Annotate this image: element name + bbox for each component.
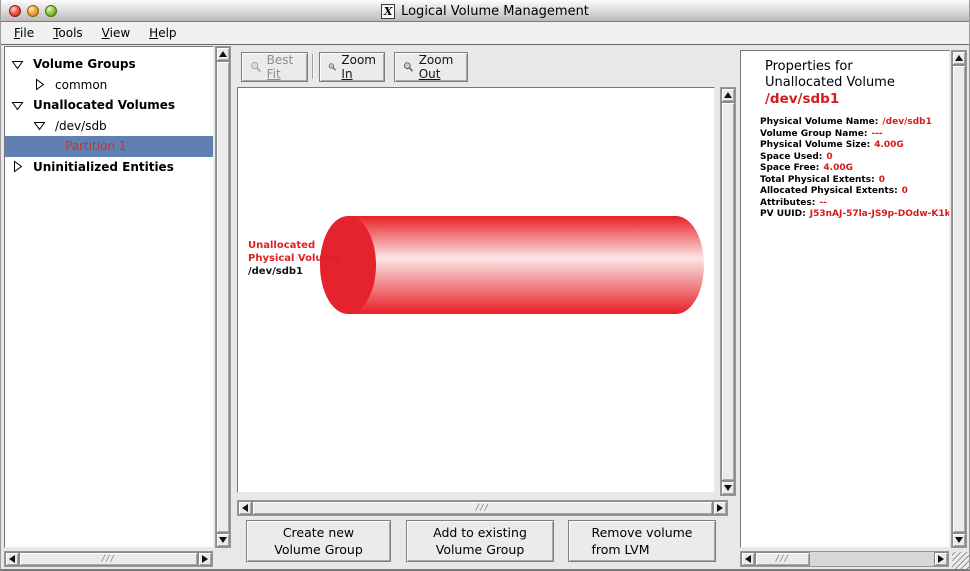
scrollbar-thumb[interactable] <box>216 61 230 533</box>
scroll-right-button[interactable] <box>934 552 948 566</box>
arrow-right-icon <box>938 555 944 563</box>
property-row: Total Physical Extents:0 <box>760 175 949 187</box>
properties-title: Properties for <box>765 59 949 75</box>
scroll-left-button[interactable] <box>741 552 755 566</box>
properties-subtitle: Unallocated Volume <box>765 75 949 91</box>
menu-view[interactable]: View <box>93 23 140 43</box>
property-row: Attributes:-- <box>760 198 949 210</box>
tree-item-unallocated-volumes[interactable]: Unallocated Volumes <box>5 95 213 116</box>
scroll-left-button[interactable] <box>238 501 252 515</box>
lvm-window: X Logical Volume Management File Tools V… <box>0 0 970 571</box>
scrollbar-track[interactable] <box>810 552 934 566</box>
tree-item-common[interactable]: common <box>5 75 213 96</box>
scroll-left-button[interactable] <box>5 552 19 566</box>
arrow-up-icon <box>219 51 227 57</box>
best-fit-button[interactable]: Best Fit <box>241 52 308 82</box>
property-row: Physical Volume Name:/dev/sdb1 <box>760 117 949 129</box>
titlebar: X Logical Volume Management <box>1 0 969 22</box>
magnifier-plus-icon <box>328 59 336 75</box>
expander-closed-icon[interactable] <box>11 160 24 173</box>
tree-horizontal-scrollbar[interactable]: /// <box>4 551 213 567</box>
x11-app-icon: X <box>381 4 395 19</box>
volume-tree: Volume Groups common Unallocated Volumes… <box>4 46 214 548</box>
property-row: Allocated Physical Extents:0 <box>760 186 949 198</box>
toolbar-separator <box>312 54 314 79</box>
expander-open-icon[interactable] <box>33 119 46 132</box>
arrow-right-icon <box>717 504 723 512</box>
add-to-volume-group-button[interactable]: Add to existingVolume Group <box>406 520 554 562</box>
scroll-up-button[interactable] <box>721 88 735 102</box>
canvas-vertical-scrollbar[interactable] <box>720 87 736 496</box>
arrow-up-icon <box>955 55 963 61</box>
grip-icon: /// <box>776 555 790 564</box>
zoom-in-button[interactable]: Zoom In <box>319 52 385 82</box>
remove-volume-button[interactable]: Remove volumefrom LVM <box>568 520 716 562</box>
arrow-right-icon <box>202 555 208 563</box>
expander-open-icon[interactable] <box>11 58 24 71</box>
window-title: Logical Volume Management <box>401 4 589 19</box>
scrollbar-thumb[interactable] <box>952 65 966 533</box>
property-row: Space Free:4.00G <box>760 163 949 175</box>
close-button[interactable] <box>9 5 21 17</box>
arrow-down-icon <box>219 537 227 543</box>
scrollbar-thumb[interactable]: /// <box>252 501 713 515</box>
zoom-out-button[interactable]: Zoom Out <box>394 52 468 82</box>
grip-icon: /// <box>102 555 116 564</box>
arrow-left-icon <box>242 504 248 512</box>
volume-canvas: Unallocated Physical Volume /dev/sdb1 <box>237 87 715 493</box>
grip-icon: /// <box>476 504 490 513</box>
properties-horizontal-scrollbar[interactable]: /// <box>740 551 949 567</box>
minimize-button[interactable] <box>27 5 39 17</box>
property-row: Physical Volume Size:4.00G <box>760 140 949 152</box>
magnifier-minus-icon <box>403 59 414 75</box>
properties-panel: Properties for Unallocated Volume /dev/s… <box>740 50 950 548</box>
arrow-left-icon <box>745 555 751 563</box>
scroll-up-button[interactable] <box>216 47 230 61</box>
arrow-left-icon <box>9 555 15 563</box>
tree-item-uninitialized-entities[interactable]: Uninitialized Entities <box>5 157 213 178</box>
scroll-down-button[interactable] <box>952 533 966 547</box>
arrow-down-icon <box>955 537 963 543</box>
zoom-window-button[interactable] <box>45 5 57 17</box>
physical-volume-cylinder[interactable] <box>238 88 714 492</box>
scroll-right-button[interactable] <box>198 552 212 566</box>
tree-item-volume-groups[interactable]: Volume Groups <box>5 54 213 75</box>
scrollbar-thumb[interactable] <box>721 102 735 481</box>
magnifier-icon <box>250 59 262 75</box>
arrow-down-icon <box>724 485 732 491</box>
scrollbar-thumb[interactable]: /// <box>19 552 198 566</box>
resize-grip[interactable] <box>952 552 969 569</box>
canvas-horizontal-scrollbar[interactable]: /// <box>237 500 728 516</box>
tree-vertical-scrollbar[interactable] <box>215 46 231 548</box>
cylinder-label: Unallocated Physical Volume /dev/sdb1 <box>248 239 340 278</box>
tree-item-dev-sdb[interactable]: /dev/sdb <box>5 116 213 137</box>
scroll-down-button[interactable] <box>721 481 735 495</box>
scroll-down-button[interactable] <box>216 533 230 547</box>
property-row: Volume Group Name:--- <box>760 129 949 141</box>
expander-closed-icon[interactable] <box>33 78 46 91</box>
menu-help[interactable]: Help <box>140 23 186 43</box>
create-volume-group-button[interactable]: Create newVolume Group <box>246 520 391 562</box>
menu-file[interactable]: File <box>5 23 44 43</box>
properties-vertical-scrollbar[interactable] <box>951 50 967 548</box>
scroll-right-button[interactable] <box>713 501 727 515</box>
menu-tools[interactable]: Tools <box>44 23 93 43</box>
scrollbar-thumb[interactable]: /// <box>755 552 810 566</box>
arrow-up-icon <box>724 92 732 98</box>
properties-device: /dev/sdb1 <box>765 91 949 108</box>
property-row: PV UUID:J53nAJ-57la-JS9p-DOdw-K1kS-gIWc-… <box>760 209 949 221</box>
tree-item-partition-1[interactable]: Partition 1 <box>5 136 213 157</box>
property-row: Space Used:0 <box>760 152 949 164</box>
scroll-up-button[interactable] <box>952 51 966 65</box>
menubar: File Tools View Help <box>1 22 969 45</box>
expander-open-icon[interactable] <box>11 99 24 112</box>
